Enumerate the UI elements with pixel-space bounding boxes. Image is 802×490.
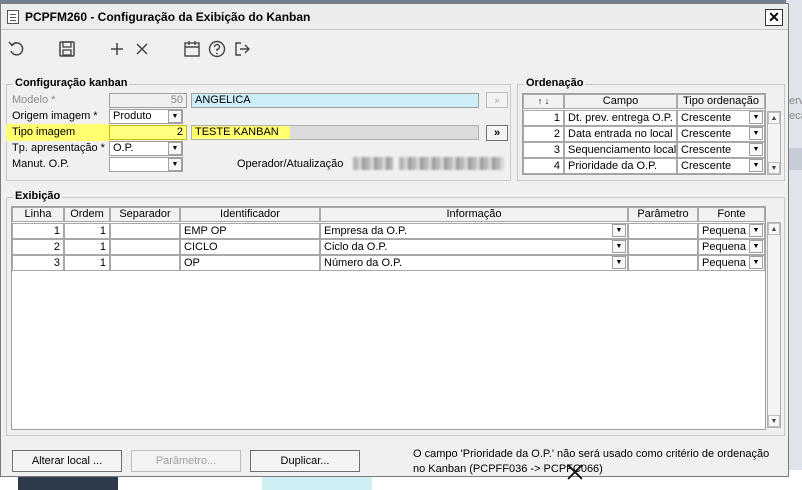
ordenacao-row-number[interactable]: 2 bbox=[523, 126, 564, 142]
chevron-down-icon[interactable]: ▼ bbox=[749, 159, 763, 172]
chevron-down-icon[interactable]: ▼ bbox=[749, 256, 763, 269]
ordem-cell[interactable]: 1 bbox=[64, 223, 110, 239]
ordenacao-row-number[interactable]: 3 bbox=[523, 142, 564, 158]
exibicao-scrollbar[interactable]: ▲ ▼ bbox=[767, 222, 781, 428]
scroll-down-icon[interactable]: ▼ bbox=[768, 415, 780, 427]
campo-header: Campo bbox=[564, 94, 677, 109]
title-bar: PCPFM260 - Configuração da Exibição do K… bbox=[1, 4, 788, 30]
chevron-down-icon[interactable]: ▼ bbox=[749, 127, 763, 140]
background-text: eca bbox=[789, 110, 802, 122]
modelo-code-field[interactable]: 50 bbox=[109, 93, 187, 108]
modelo-name-field[interactable]: ANGELICA bbox=[191, 93, 479, 108]
separador-cell[interactable] bbox=[110, 239, 180, 255]
identificador-header: Identificador bbox=[180, 207, 320, 222]
ordenacao-campo-cell[interactable]: Dt. prev. entrega O.P. bbox=[564, 110, 677, 126]
background-text: erv bbox=[789, 95, 802, 107]
scroll-down-icon[interactable]: ▼ bbox=[768, 162, 780, 174]
toolbar bbox=[1, 31, 788, 67]
chevron-down-icon[interactable]: ▼ bbox=[749, 224, 763, 237]
chevron-down-icon[interactable]: ▼ bbox=[612, 240, 626, 253]
chevron-down-icon[interactable]: ▼ bbox=[168, 158, 182, 171]
identificador-cell[interactable]: OP bbox=[180, 255, 320, 271]
fonte-header: Fonte bbox=[698, 207, 765, 222]
chevron-down-icon[interactable]: ▼ bbox=[749, 111, 763, 124]
ordenacao-campo-cell[interactable]: Data entrada no local bbox=[564, 126, 677, 142]
linha-cell[interactable]: 3 bbox=[12, 255, 64, 271]
parametro-header: Parâmetro bbox=[628, 207, 698, 222]
identificador-cell[interactable]: EMP OP bbox=[180, 223, 320, 239]
parametro-cell[interactable] bbox=[628, 239, 698, 255]
atualizacao-redacted bbox=[399, 157, 504, 170]
separador-cell[interactable] bbox=[110, 223, 180, 239]
tipo-lookup-button[interactable]: » bbox=[486, 125, 508, 141]
scroll-up-icon[interactable]: ▲ bbox=[768, 223, 780, 235]
chevron-down-icon[interactable]: ▼ bbox=[749, 143, 763, 156]
kanban-config-window: PCPFM260 - Configuração da Exibição do K… bbox=[0, 3, 789, 477]
cursor-icon bbox=[567, 464, 583, 480]
identificador-cell[interactable]: CICLO bbox=[180, 239, 320, 255]
help-icon[interactable] bbox=[207, 39, 227, 59]
exit-icon[interactable] bbox=[232, 39, 252, 59]
modelo-lookup-button[interactable]: » bbox=[486, 92, 508, 108]
ordenacao-campo-cell[interactable]: Prioridade da O.P. bbox=[564, 158, 677, 174]
exibicao-grid: Linha Ordem Separador Identificador Info… bbox=[11, 206, 766, 430]
undo-icon[interactable] bbox=[7, 39, 27, 59]
sort-arrows-header[interactable]: ↑ ↓ bbox=[523, 94, 564, 109]
ordenacao-grid: ↑ ↓ Campo Tipo ordenação 1 Dt. prev. ent… bbox=[522, 93, 766, 175]
parametro-cell[interactable] bbox=[628, 223, 698, 239]
tipo-name-field[interactable]: TESTE KANBAN bbox=[191, 125, 479, 140]
save-icon[interactable] bbox=[57, 39, 77, 59]
informacao-select[interactable]: Empresa da O.P. bbox=[320, 223, 628, 239]
alterar-local-button[interactable]: Alterar local ... bbox=[12, 450, 122, 472]
tipo-label: Tipo imagem bbox=[12, 126, 76, 138]
ordenacao-row-number[interactable]: 1 bbox=[523, 110, 564, 126]
close-button[interactable]: ✕ bbox=[765, 9, 783, 26]
informacao-header: Informação bbox=[320, 207, 628, 222]
linha-header: Linha bbox=[12, 207, 64, 222]
chevron-down-icon[interactable]: ▼ bbox=[612, 224, 626, 237]
ordem-cell[interactable]: 1 bbox=[64, 255, 110, 271]
parametro-cell[interactable] bbox=[628, 255, 698, 271]
parametro-button[interactable]: Parâmetro... bbox=[131, 450, 241, 472]
modelo-label: Modelo * bbox=[12, 94, 56, 106]
window-title: PCPFM260 - Configuração da Exibição do K… bbox=[25, 10, 311, 24]
linha-cell[interactable]: 2 bbox=[12, 239, 64, 255]
tipo-code-field[interactable]: 2 bbox=[109, 125, 187, 140]
ordem-cell[interactable]: 1 bbox=[64, 239, 110, 255]
delete-icon[interactable] bbox=[132, 39, 152, 59]
add-icon[interactable] bbox=[107, 39, 127, 59]
ordem-header: Ordem bbox=[64, 207, 110, 222]
tipo-ordenacao-header: Tipo ordenação bbox=[677, 94, 765, 109]
scroll-up-icon[interactable]: ▲ bbox=[768, 112, 780, 124]
exibicao-legend: Exibição bbox=[13, 190, 63, 202]
chevron-down-icon[interactable]: ▼ bbox=[749, 240, 763, 253]
config-kanban-legend: Configuração kanban bbox=[13, 77, 130, 89]
ordenacao-legend: Ordenação bbox=[524, 77, 586, 89]
document-icon bbox=[7, 10, 19, 24]
ordenacao-row-number[interactable]: 4 bbox=[523, 158, 564, 174]
tp-apresentacao-label: Tp. apresentação * bbox=[12, 142, 105, 154]
chevron-down-icon[interactable]: ▼ bbox=[168, 142, 182, 155]
chevron-down-icon[interactable]: ▼ bbox=[612, 256, 626, 269]
chevron-down-icon[interactable]: ▼ bbox=[168, 110, 182, 123]
duplicar-button[interactable]: Duplicar... bbox=[250, 450, 360, 472]
status-message: O campo 'Prioridade da O.P.' não será us… bbox=[413, 448, 770, 475]
linha-cell[interactable]: 1 bbox=[12, 223, 64, 239]
separador-cell[interactable] bbox=[110, 255, 180, 271]
origem-label: Origem imagem * bbox=[12, 110, 98, 122]
informacao-select[interactable]: Ciclo da O.P. bbox=[320, 239, 628, 255]
calendar-icon[interactable] bbox=[182, 39, 202, 59]
ordenacao-campo-cell[interactable]: Sequenciamento local bbox=[564, 142, 677, 158]
informacao-select[interactable]: Número da O.P. bbox=[320, 255, 628, 271]
ordenacao-scrollbar[interactable]: ▲ ▼ bbox=[767, 111, 781, 175]
separador-header: Separador bbox=[110, 207, 180, 222]
operador-label: Operador/Atualização bbox=[237, 158, 344, 170]
operador-redacted bbox=[353, 157, 393, 170]
manut-label: Manut. O.P. bbox=[12, 158, 70, 170]
